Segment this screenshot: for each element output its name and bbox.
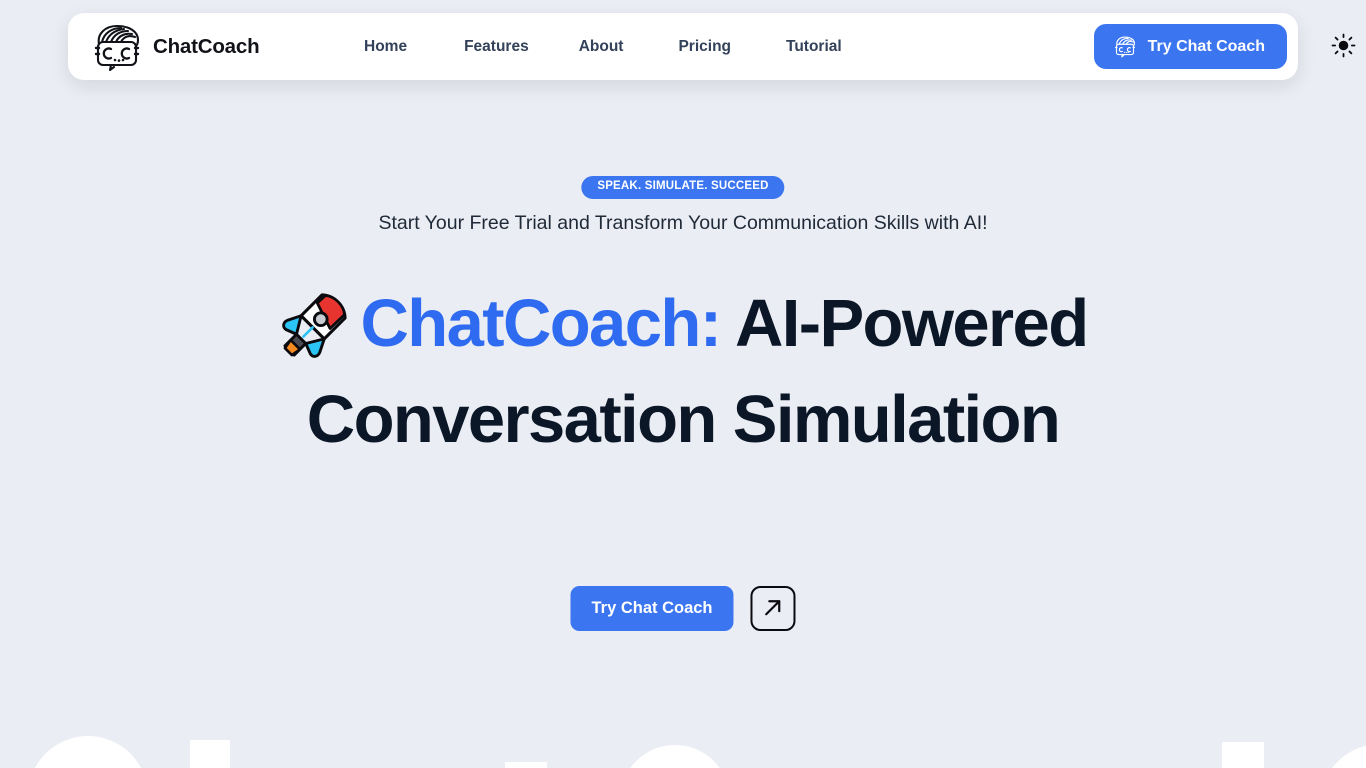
hero-title-rest: AI-Powered: [720, 286, 1089, 361]
brand-logo-link[interactable]: ChatCoach: [88, 22, 338, 72]
nav-item-home[interactable]: Home: [364, 30, 407, 64]
rocket-icon: [278, 288, 352, 362]
hero-title: ChatCoach: AI-Powered Conversation Simul…: [168, 288, 1198, 453]
header-try-chat-coach-button[interactable]: Try Chat Coach: [1093, 24, 1287, 69]
hero-arrow-button[interactable]: [750, 586, 796, 631]
chatcoach-mascot-icon: [88, 22, 146, 72]
chatcoach-mascot-icon: [1112, 35, 1138, 58]
hero-title-accent: ChatCoach:: [360, 286, 722, 361]
nav-item-pricing[interactable]: Pricing: [678, 30, 731, 64]
hero-title-line2: Conversation Simulation: [306, 382, 1061, 457]
hero-eyebrow-badge: SPEAK. SIMULATE. SUCCEED: [581, 176, 785, 199]
nav-item-about[interactable]: About: [579, 30, 624, 64]
site-header: ChatCoach Home Features About Pricing Tu…: [0, 0, 1366, 96]
arrow-up-right-icon: [761, 595, 786, 623]
navbar: ChatCoach Home Features About Pricing Tu…: [68, 13, 1298, 80]
hero-try-chat-coach-button[interactable]: Try Chat Coach: [570, 586, 734, 631]
nav-item-tutorial[interactable]: Tutorial: [786, 30, 842, 64]
hero-subtitle: Start Your Free Trial and Transform Your…: [378, 212, 988, 234]
hero-actions: Try Chat Coach: [570, 586, 796, 631]
main-navigation: Home Features About Pricing Tutorial: [364, 30, 1094, 64]
nav-item-features[interactable]: Features: [464, 30, 529, 64]
brand-name: ChatCoach: [153, 34, 260, 58]
theme-toggle-button[interactable]: [1324, 28, 1362, 66]
header-cta-label: Try Chat Coach: [1147, 37, 1265, 55]
hero-section: SPEAK. SIMULATE. SUCCEED Start Your Free…: [0, 0, 1366, 768]
sun-icon: [1331, 33, 1356, 61]
